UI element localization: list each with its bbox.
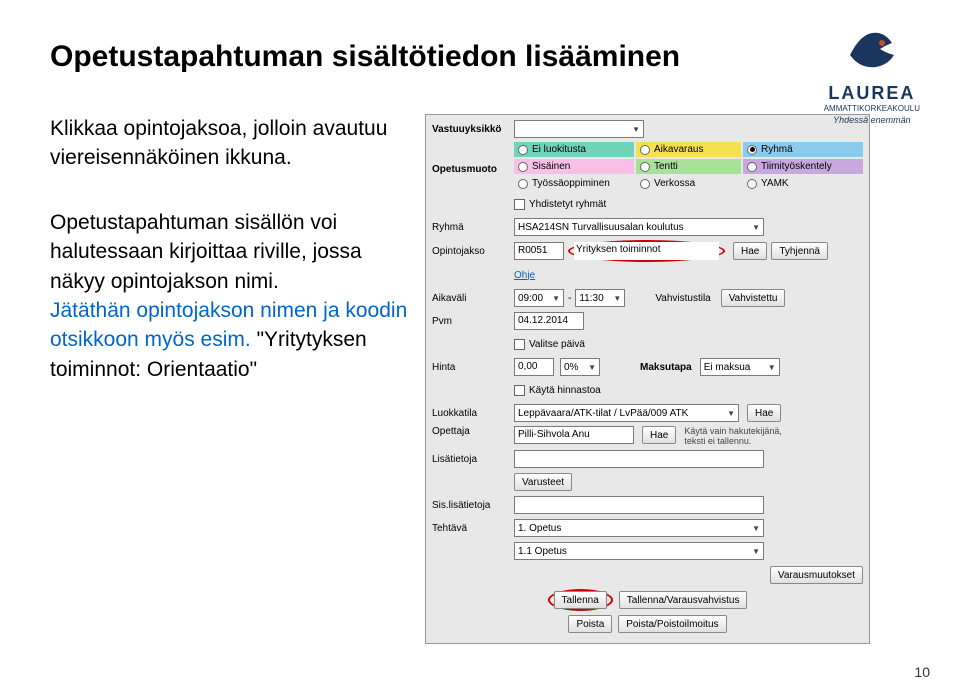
radio-tentti[interactable]: Tentti	[636, 159, 741, 174]
dropdown-maksutapa[interactable]: Ei maksua▼	[700, 358, 780, 376]
button-vahvistettu[interactable]: Vahvistettu	[721, 289, 786, 307]
dropdown-ryhma[interactable]: HSA214SN Turvallisuusalan koulutus▼	[514, 218, 764, 236]
laurea-logo-icon	[842, 25, 902, 73]
button-tyhjenna[interactable]: Tyhjennä	[771, 242, 828, 260]
label-tehtava: Tehtävä	[432, 523, 514, 534]
hint-opettaja: Käytä vain hakutekijänä, teksti ei talle…	[684, 426, 804, 446]
input-pvm[interactable]: 04.12.2014	[514, 312, 584, 330]
opetusmuoto-options: Ei luokitusta Aikavaraus Ryhmä Sisäinen …	[514, 142, 863, 191]
dropdown-tehtava1[interactable]: 1. Opetus▼	[514, 519, 764, 537]
radio-yamk[interactable]: YAMK	[743, 176, 863, 191]
intro-paragraph-1: Klikkaa opintojaksoa, jolloin avautuu vi…	[50, 114, 415, 173]
label-ryhma: Ryhmä	[432, 222, 514, 233]
label-pvm: Pvm	[432, 316, 514, 327]
input-lisatietoja[interactable]	[514, 450, 764, 468]
time-separator: -	[568, 293, 571, 304]
dropdown-vastuuyksikko[interactable]: ▼	[514, 120, 644, 138]
logo-tagline: Yhdessä enemmän	[824, 115, 920, 125]
logo-name: LAUREA	[824, 83, 920, 104]
dropdown-tehtava2[interactable]: 1.1 Opetus▼	[514, 542, 764, 560]
label-aikavali: Aikaväli	[432, 293, 514, 304]
button-varausmuutokset[interactable]: Varausmuutokset	[770, 566, 863, 584]
page-number: 10	[914, 664, 930, 680]
radio-aikavaraus[interactable]: Aikavaraus	[636, 142, 741, 157]
dropdown-luokkatila[interactable]: Leppävaara/ATK-tilat / LvPää/009 ATK▼	[514, 404, 739, 422]
highlight-opintojakso-name: Yrityksen toiminnot	[568, 240, 725, 262]
label-hinta: Hinta	[432, 362, 514, 373]
label-kayta-hinnastoa: Käytä hinnastoa	[529, 385, 601, 396]
label-opettaja: Opettaja	[432, 426, 514, 437]
page-title: Opetustapahtuman sisältötiedon lisäämine…	[50, 40, 910, 74]
input-hinta[interactable]: 0,00	[514, 358, 554, 376]
input-opintojakso-code[interactable]: R0051	[514, 242, 564, 260]
button-tallenna[interactable]: Tallenna	[554, 591, 607, 609]
checkbox-kayta-hinnastoa[interactable]	[514, 385, 525, 396]
label-sislisatietoja: Sis.lisätietoja	[432, 500, 514, 511]
button-poista[interactable]: Poista	[568, 615, 612, 633]
input-sislisatietoja[interactable]	[514, 496, 764, 514]
radio-tyossaoppiminen[interactable]: Työssäoppiminen	[514, 176, 634, 191]
dropdown-time-to[interactable]: 11:30▼	[575, 289, 625, 307]
button-hae-luokkatila[interactable]: Hae	[747, 404, 781, 422]
radio-tiimityoskentely[interactable]: Tiimityöskentely	[743, 159, 863, 174]
radio-verkossa[interactable]: Verkossa	[636, 176, 741, 191]
label-yhdistetyt: Yhdistetyt ryhmät	[529, 199, 606, 210]
label-maksutapa: Maksutapa	[640, 362, 692, 373]
input-opettaja[interactable]: Pilli-Sihvola Anu	[514, 426, 634, 444]
highlight-tallenna: Tallenna	[548, 589, 613, 611]
radio-ei-luokitusta[interactable]: Ei luokitusta	[514, 142, 634, 157]
para2-text1: Opetustapahtuman sisällön voi halutessaa…	[50, 211, 362, 293]
button-hae-opettaja[interactable]: Hae	[642, 426, 676, 444]
logo: LAUREA AMMATTIKORKEAKOULU Yhdessä enemmä…	[824, 25, 920, 125]
input-opintojakso-name[interactable]: Yrityksen toiminnot	[574, 242, 719, 260]
button-poista-ilmoitus[interactable]: Poista/Poistoilmoitus	[618, 615, 726, 633]
label-opetusmuoto: Opetusmuoto	[432, 142, 514, 175]
chevron-down-icon: ▼	[752, 223, 760, 232]
dropdown-time-from[interactable]: 09:00▼	[514, 289, 564, 307]
link-ohje[interactable]: Ohje	[514, 270, 535, 281]
checkbox-valitse-paiva[interactable]	[514, 339, 525, 350]
form-panel: Vastuuyksikkö ▼ Opetusmuoto Ei luokitust…	[425, 114, 870, 644]
dropdown-hinta-pct[interactable]: 0%▼	[560, 358, 600, 376]
label-vahvistustila: Vahvistustila	[655, 293, 710, 304]
checkbox-yhdistetyt[interactable]	[514, 199, 525, 210]
label-vastuuyksikko: Vastuuyksikkö	[432, 124, 514, 135]
button-hae-opintojakso[interactable]: Hae	[733, 242, 767, 260]
label-lisatietoja: Lisätietoja	[432, 454, 514, 465]
button-tallenna-varaus[interactable]: Tallenna/Varausvahvistus	[619, 591, 748, 609]
label-valitse-paiva: Valitse päivä	[529, 339, 585, 350]
radio-sisainen[interactable]: Sisäinen	[514, 159, 634, 174]
label-opintojakso: Opintojakso	[432, 246, 514, 257]
logo-sub: AMMATTIKORKEAKOULU	[824, 104, 920, 113]
chevron-down-icon: ▼	[632, 125, 640, 134]
radio-ryhma[interactable]: Ryhmä	[743, 142, 863, 157]
button-varusteet[interactable]: Varusteet	[514, 473, 572, 491]
intro-paragraph-2: Opetustapahtuman sisällön voi halutessaa…	[50, 208, 415, 384]
label-luokkatila: Luokkatila	[432, 408, 514, 419]
